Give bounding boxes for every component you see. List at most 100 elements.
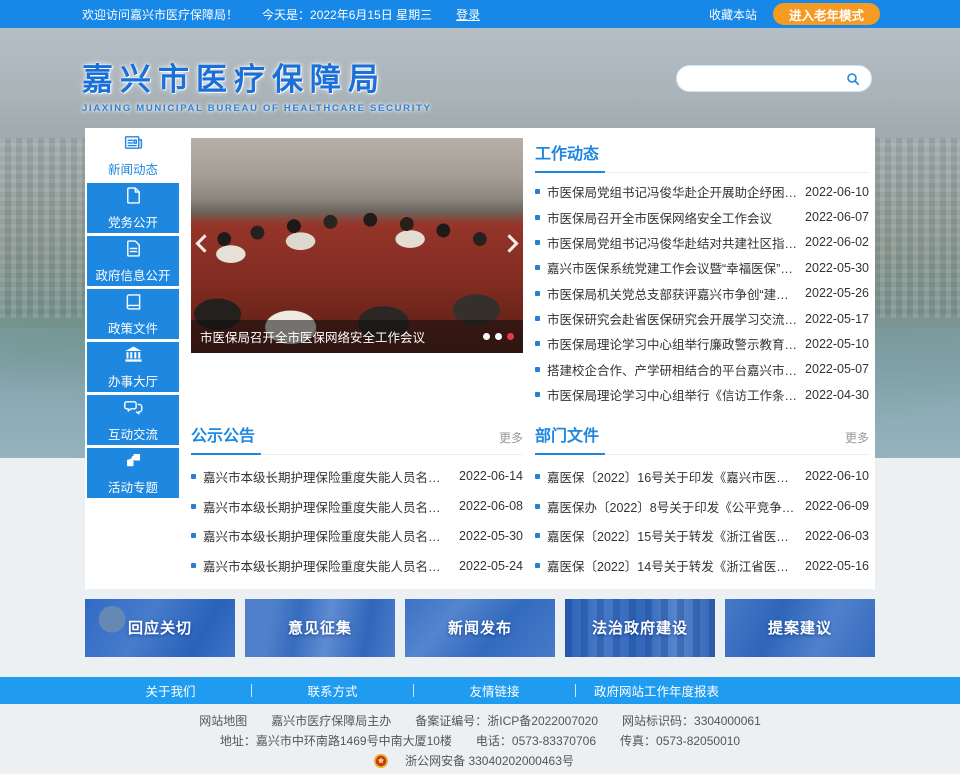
news-item[interactable]: 搭建校企合作、产学研相结合的平台嘉兴市长期护理...2022-05-07 (535, 357, 869, 382)
footer-info: 网站地图嘉兴市医疗保障局主办备案证编号：浙ICP备2022007020网站标识码… (0, 704, 960, 774)
news-item[interactable]: 市医保研究会赴省医保研究会开展学习交流活动 2022-05-17 (535, 306, 869, 331)
news-carousel[interactable]: 市医保局召开全市医保网络安全工作会议 (191, 138, 523, 353)
carousel-caption[interactable]: 市医保局召开全市医保网络安全工作会议 (200, 327, 475, 346)
site-title: 嘉兴市医疗保障局 (82, 54, 432, 99)
sidebar-item-label: 办事大厅 (108, 371, 158, 390)
notice-title: 嘉兴市本级长期护理保险重度失能人员名单公示（2... (203, 556, 452, 575)
carousel-dot-3-active[interactable] (507, 333, 514, 340)
banner-news-release[interactable]: 新闻发布 (405, 599, 555, 657)
banner-label: 新闻发布 (448, 617, 512, 638)
police-badge-icon (374, 754, 388, 768)
footer-nav-contact[interactable]: 联系方式 (252, 681, 413, 700)
notice-item[interactable]: 嘉兴市本级长期护理保险重度失能人员名单公示（2...2022-05-30 (191, 521, 523, 551)
bullet-icon (535, 392, 540, 397)
file-icon (123, 185, 144, 209)
sidebar-item-label: 互动交流 (108, 424, 158, 443)
footer-nav-annual-report[interactable]: 政府网站工作年度报表 (576, 681, 737, 700)
search-box (676, 65, 872, 92)
document-item[interactable]: 嘉医保办〔2022〕8号关于印发《公平竞争审查...2022-06-09 (535, 491, 869, 521)
carousel-dot-1[interactable] (483, 333, 490, 340)
banner-law-government[interactable]: 法治政府建设 (565, 599, 715, 657)
topbar: 欢迎访问嘉兴市医疗保障局！ 今天是：2022年6月15日 星期三 登录 收藏本站… (0, 0, 960, 28)
document-date: 2022-05-16 (805, 559, 869, 573)
carousel-caption-bar: 市医保局召开全市医保网络安全工作会议 (191, 320, 523, 353)
document-item[interactable]: 嘉医保〔2022〕15号关于转发《浙江省医疗保... 2022-06-03 (535, 521, 869, 551)
favorite-link[interactable]: 收藏本站 (709, 6, 757, 23)
search-icon[interactable] (845, 71, 861, 87)
section-title: 部门文件 (535, 420, 605, 455)
carousel-dot-2[interactable] (495, 333, 502, 340)
login-link[interactable]: 登录 (456, 6, 480, 23)
section-work-news: 工作动态 市医保局党组书记冯俊华赴企开展助企纾困活动2022-06-10 市医保… (535, 138, 869, 407)
news-date: 2022-05-07 (805, 362, 869, 376)
news-item[interactable]: 市医保局理论学习中心组举行《信访工作条例》专题...2022-04-30 (535, 382, 869, 407)
carousel-dots (483, 333, 514, 340)
site-map-link[interactable]: 网站地图 (199, 714, 247, 728)
sidebar-item-gov-info[interactable]: 政府信息公开 (87, 236, 179, 286)
news-item[interactable]: 市医保局机关党总支部获评嘉兴市争创“建设清廉机...2022-05-26 (535, 281, 869, 306)
footer-line-1: 网站地图嘉兴市医疗保障局主办备案证编号：浙ICP备2022007020网站标识码… (0, 711, 960, 731)
bullet-icon (191, 563, 196, 568)
sidebar-item-policy-files[interactable]: 政策文件 (87, 289, 179, 339)
footer-nav-links[interactable]: 友情链接 (414, 681, 575, 700)
news-date: 2022-06-07 (805, 210, 869, 224)
bullet-icon (191, 533, 196, 538)
news-title: 市医保局机关党总支部获评嘉兴市争创“建设清廉机... (547, 284, 798, 303)
sidebar-item-label: 新闻动态 (108, 159, 158, 178)
notice-item[interactable]: 嘉兴市本级长期护理保险重度失能人员名单公示（2...2022-06-08 (191, 491, 523, 521)
news-date: 2022-05-10 (805, 337, 869, 351)
notice-list: 嘉兴市本级长期护理保险重度失能人员名单公示（2...2022-06-14 嘉兴市… (191, 461, 523, 580)
document-date: 2022-06-03 (805, 529, 869, 543)
main-content-card: 新闻动态 党务公开 政府信息公开 政策文件 (85, 128, 875, 589)
banner-opinion-collection[interactable]: 意见征集 (245, 599, 395, 657)
book-icon (123, 291, 144, 315)
notice-title: 嘉兴市本级长期护理保险重度失能人员名单公示（2... (203, 497, 452, 516)
news-item[interactable]: 市医保局理论学习中心组举行廉政警示教育专题学习...2022-05-10 (535, 331, 869, 356)
news-title: 嘉兴市医保系统党建工作会议暨“幸福医保”党建联... (547, 258, 798, 277)
section-header: 部门文件 更多 (535, 420, 869, 455)
search-input[interactable] (687, 72, 845, 86)
section-header: 工作动态 (535, 138, 869, 173)
phone-text: 电话：0573-83370706 (476, 734, 596, 748)
bullet-icon (535, 474, 540, 479)
sidebar-item-news[interactable]: 新闻动态 (87, 130, 179, 180)
elder-mode-button[interactable]: 进入老年模式 (773, 3, 880, 25)
sidebar-item-interaction[interactable]: 互动交流 (87, 395, 179, 445)
police-record: 浙公网安备 33040202000463号 (374, 751, 586, 771)
news-title: 市医保研究会赴省医保研究会开展学习交流活动 (547, 309, 798, 328)
news-item[interactable]: 市医保局党组书记冯俊华赴企开展助企纾困活动2022-06-10 (535, 179, 869, 204)
news-date: 2022-06-10 (805, 185, 869, 199)
document-item[interactable]: 嘉医保〔2022〕14号关于转发《浙江省医疗保...2022-05-16 (535, 551, 869, 581)
footer-nav-about[interactable]: 关于我们 (90, 681, 251, 700)
content-area: 市医保局召开全市医保网络安全工作会议 工作动态 市医保局党组书记冯俊华赴企开展助… (185, 130, 873, 587)
section-title: 工作动态 (535, 138, 605, 173)
document-item[interactable]: 嘉医保〔2022〕16号关于印发《嘉兴市医疗保...2022-06-10 (535, 461, 869, 491)
notice-item[interactable]: 嘉兴市本级长期护理保险重度失能人员名单公示（2... 2022-05-24 (191, 551, 523, 581)
police-record-text: 浙公网安备 33040202000463号 (405, 751, 574, 771)
banner-proposals[interactable]: 提案建议 (725, 599, 875, 657)
notice-item[interactable]: 嘉兴市本级长期护理保险重度失能人员名单公示（2...2022-06-14 (191, 461, 523, 491)
banner-respond-concerns[interactable]: 回应关切 (85, 599, 235, 657)
sidebar-item-label: 政策文件 (108, 318, 158, 337)
more-link[interactable]: 更多 (499, 429, 523, 454)
news-item[interactable]: 市医保局党组书记冯俊华赴结对共建社区指导全国文...2022-06-02 (535, 230, 869, 255)
sidebar-item-special-topics[interactable]: 活动专题 (87, 448, 179, 498)
section-header: 公示公告 更多 (191, 420, 523, 455)
notice-date: 2022-05-30 (459, 529, 523, 543)
document-icon (123, 238, 144, 262)
bullet-icon (535, 291, 540, 296)
newspaper-icon (123, 132, 144, 156)
sidebar-item-party-affairs[interactable]: 党务公开 (87, 183, 179, 233)
news-title: 市医保局党组书记冯俊华赴结对共建社区指导全国文... (547, 233, 798, 252)
news-item[interactable]: 嘉兴市医保系统党建工作会议暨“幸福医保”党建联...2022-05-30 (535, 255, 869, 280)
document-title: 嘉医保〔2022〕15号关于转发《浙江省医疗保... (547, 526, 798, 545)
site-logo: 嘉兴市医疗保障局 JIAXING MUNICIPAL BUREAU OF HEA… (82, 54, 432, 114)
news-item[interactable]: 市医保局召开全市医保网络安全工作会议2022-06-07 (535, 204, 869, 229)
bullet-icon (535, 563, 540, 568)
topbar-right: 收藏本站 进入老年模式 (709, 3, 880, 25)
section-documents: 部门文件 更多 嘉医保〔2022〕16号关于印发《嘉兴市医疗保...2022-0… (535, 420, 869, 580)
notice-date: 2022-05-24 (459, 559, 523, 573)
sidebar-item-service-hall[interactable]: 办事大厅 (87, 342, 179, 392)
news-date: 2022-05-17 (805, 312, 869, 326)
more-link[interactable]: 更多 (845, 429, 869, 454)
